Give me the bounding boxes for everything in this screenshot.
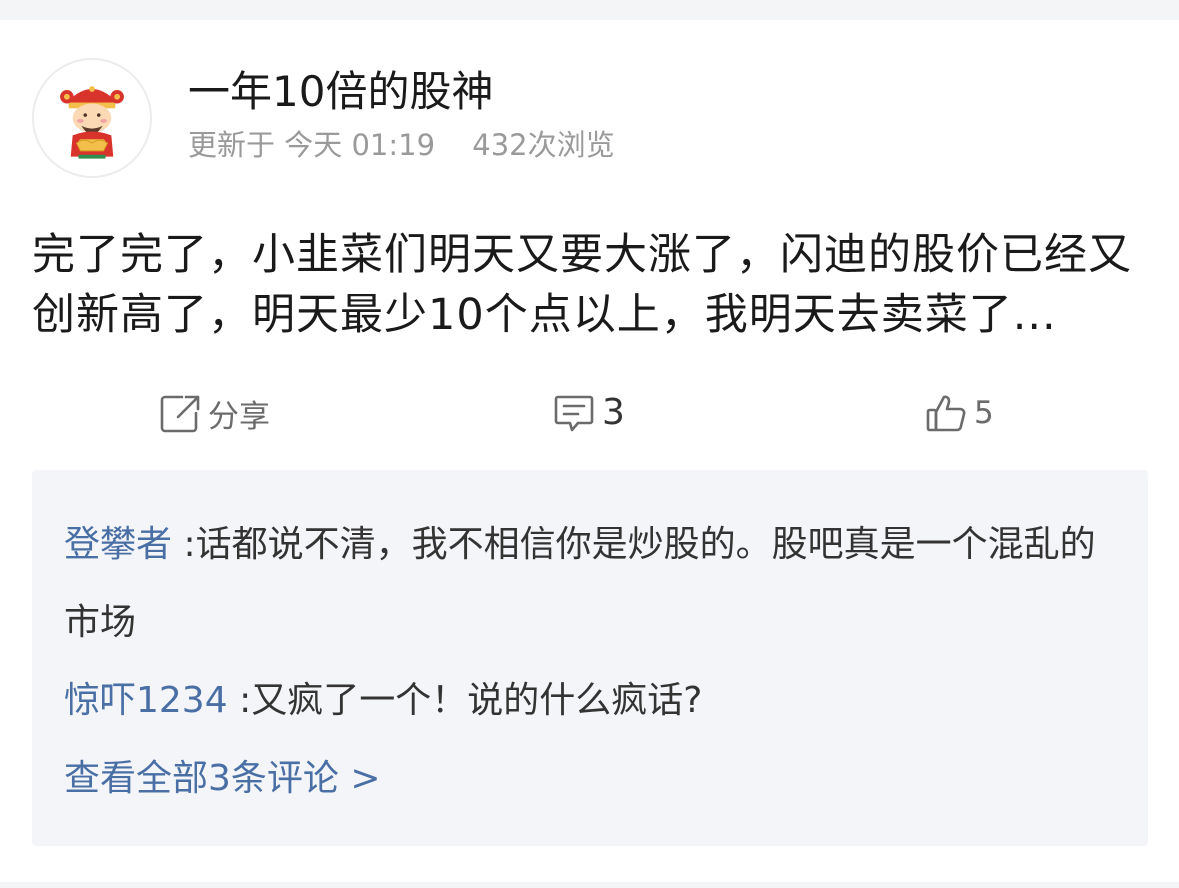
- author-name[interactable]: 一年10倍的股神: [188, 66, 493, 118]
- comment-author[interactable]: 登攀者: [64, 524, 172, 565]
- like-button[interactable]: 5: [924, 388, 994, 438]
- thumbs-up-icon: [926, 395, 966, 432]
- share-button[interactable]: 分享: [158, 388, 270, 438]
- page: 一年10倍的股神 更新于 今天 01:19 432次浏览 完了完了，小韭菜们明天…: [0, 0, 1179, 888]
- post-card: 一年10倍的股神 更新于 今天 01:19 432次浏览 完了完了，小韭菜们明天…: [0, 20, 1179, 882]
- author-avatar[interactable]: [32, 58, 152, 178]
- comment-button[interactable]: 3: [552, 388, 1179, 438]
- share-label: 分享: [208, 398, 270, 435]
- comment-count: 3: [602, 392, 625, 433]
- comment-text: :又疯了一个！说的什么疯话?: [227, 680, 703, 721]
- view-all-comments-link[interactable]: 查看全部3条评论 >: [64, 740, 381, 818]
- god-of-wealth-icon: [60, 86, 124, 159]
- comment-item[interactable]: 惊吓1234 :又疯了一个！说的什么疯话?: [64, 662, 1124, 740]
- share-icon: [160, 395, 200, 433]
- updated-label: 更新于: [188, 128, 276, 162]
- like-count: 5: [974, 395, 994, 431]
- action-bar: 分享 3 5: [0, 388, 1179, 438]
- updated-time: 今天 01:19: [284, 128, 436, 162]
- comment-icon: [554, 395, 594, 432]
- comment-author[interactable]: 惊吓1234: [64, 680, 228, 721]
- comment-item[interactable]: 登攀者 :话都说不清，我不相信你是炒股的。股吧真是一个混乱的市场: [64, 506, 1124, 662]
- comment-text: :话都说不清，我不相信你是炒股的。股吧真是一个混乱的市场: [64, 524, 1096, 643]
- view-count: 432次浏览: [472, 128, 615, 162]
- post-body[interactable]: 完了完了，小韭菜们明天又要大涨了，闪迪的股价已经又创新高了，明天最少10个点以上…: [32, 225, 1148, 345]
- post-meta: 更新于 今天 01:19 432次浏览: [188, 126, 615, 164]
- comment-preview: 登攀者 :话都说不清，我不相信你是炒股的。股吧真是一个混乱的市场 惊吓1234 …: [32, 470, 1148, 846]
